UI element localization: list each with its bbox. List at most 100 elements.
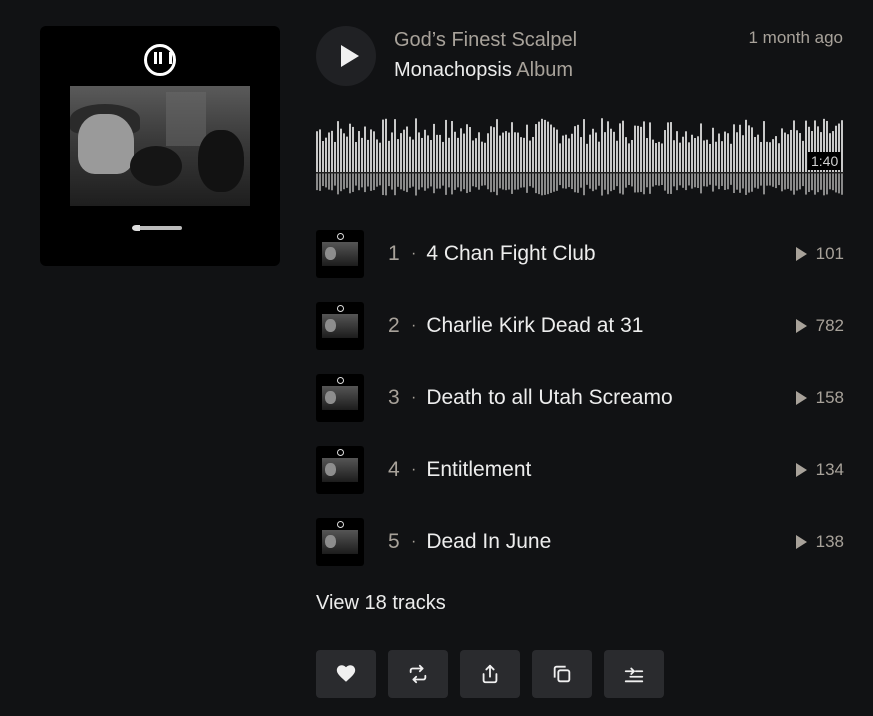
waveform-reflection [550, 173, 552, 193]
track-title[interactable]: Entitlement [426, 458, 531, 482]
waveform-bar [382, 119, 384, 172]
waveform-reflection [463, 173, 465, 190]
track-row[interactable]: 5 · Dead In June 138 [316, 518, 844, 566]
waveform-reflection [382, 173, 384, 196]
waveform-reflection [736, 173, 738, 190]
waveform-reflection [388, 173, 390, 187]
waveform-bar [526, 124, 528, 172]
copy-link-button[interactable] [532, 650, 592, 698]
play-button[interactable] [316, 26, 376, 86]
waveform-bar [415, 118, 417, 172]
track-title[interactable]: Charlie Kirk Dead at 31 [426, 314, 643, 338]
waveform[interactable] [316, 116, 844, 196]
waveform-reflection [496, 173, 498, 196]
artist-name[interactable]: God’s Finest Scalpel [394, 29, 577, 52]
waveform-reflection [442, 173, 444, 186]
repost-button[interactable] [388, 650, 448, 698]
waveform-reflection [394, 173, 396, 196]
share-button[interactable] [460, 650, 520, 698]
waveform-reflection [325, 173, 327, 188]
waveform-reflection [799, 173, 801, 190]
track-play-count: 138 [795, 532, 844, 552]
waveform-bar [397, 139, 399, 172]
waveform-reflection [370, 173, 372, 191]
waveform-reflection [412, 173, 414, 187]
track-number: 3 [388, 386, 400, 409]
add-to-queue-icon [624, 667, 644, 683]
waveform-bar [616, 140, 618, 172]
waveform-reflection [493, 173, 495, 192]
waveform-reflection [364, 173, 366, 193]
track-row[interactable]: 3 · Death to all Utah Screamo 158 [316, 374, 844, 422]
waveform-reflection [451, 173, 453, 195]
heart-icon [336, 665, 356, 682]
waveform-bar [358, 131, 360, 172]
waveform-bar [460, 128, 462, 172]
waveform-reflection [526, 173, 528, 193]
waveform-reflection [445, 173, 447, 195]
waveform-reflection [421, 173, 423, 188]
waveform-reflection [661, 173, 663, 185]
track-row[interactable]: 2 · Charlie Kirk Dead at 31 782 [316, 302, 844, 350]
play-count-value: 782 [815, 316, 844, 335]
track-title[interactable]: Dead In June [426, 530, 551, 554]
waveform-reflection [676, 173, 678, 191]
waveform-bar [658, 141, 660, 172]
waveform-bar [706, 139, 708, 172]
waveform-bar [766, 141, 768, 172]
waveform-bar [721, 141, 723, 172]
play-count-icon [795, 535, 807, 549]
play-count-icon [795, 247, 807, 261]
waveform-reflection [841, 173, 843, 195]
waveform-reflection [580, 173, 582, 188]
waveform-bar [802, 140, 804, 172]
waveform-bar [709, 143, 711, 172]
waveform-baseline [316, 172, 844, 174]
waveform-bar [610, 128, 612, 172]
waveform-bar [355, 142, 357, 172]
waveform-bar [664, 130, 666, 172]
waveform-bar [691, 134, 693, 172]
waveform-bar [436, 134, 438, 172]
waveform-bar [760, 141, 762, 172]
waveform-bar [640, 126, 642, 172]
waveform-bar [661, 143, 663, 172]
waveform-reflection [373, 173, 375, 191]
waveform-reflection [634, 173, 636, 193]
view-all-tracks-link[interactable]: View 18 tracks [316, 592, 446, 615]
track-row[interactable]: 4 · Entitlement 134 [316, 446, 844, 494]
action-bar [316, 650, 664, 698]
waveform-reflection [685, 173, 687, 191]
waveform-reflection [592, 173, 594, 192]
waveform-bar [541, 118, 543, 172]
album-artwork[interactable] [40, 26, 280, 266]
track-title[interactable]: Death to all Utah Screamo [426, 386, 672, 410]
waveform-reflection [439, 173, 441, 189]
track-number: 5 [388, 530, 400, 553]
track-row[interactable]: 1 · 4 Chan Fight Club 101 [316, 230, 844, 278]
cover-photo [70, 86, 250, 206]
waveform-reflection [616, 173, 618, 187]
release-title[interactable]: Monachopsis [394, 59, 512, 81]
waveform-reflection [772, 173, 774, 187]
play-count-value: 134 [815, 460, 844, 479]
waveform-bar [337, 121, 339, 172]
waveform-reflection [748, 173, 750, 193]
track-play-count: 134 [795, 460, 844, 480]
waveform-bar [454, 131, 456, 172]
waveform-reflection [637, 173, 639, 193]
waveform-bar [496, 119, 498, 172]
track-thumbnail [316, 374, 364, 422]
add-to-queue-button[interactable] [604, 650, 664, 698]
waveform-bar [712, 127, 714, 172]
waveform-bar [418, 132, 420, 172]
like-button[interactable] [316, 650, 376, 698]
waveform-bar [400, 133, 402, 172]
waveform-bar [763, 121, 765, 172]
waveform-bar [751, 127, 753, 172]
waveform-bar [637, 125, 639, 172]
waveform-reflection [652, 173, 654, 187]
waveform-bar [448, 137, 450, 172]
track-play-count: 782 [795, 316, 844, 336]
track-title[interactable]: 4 Chan Fight Club [426, 242, 595, 266]
